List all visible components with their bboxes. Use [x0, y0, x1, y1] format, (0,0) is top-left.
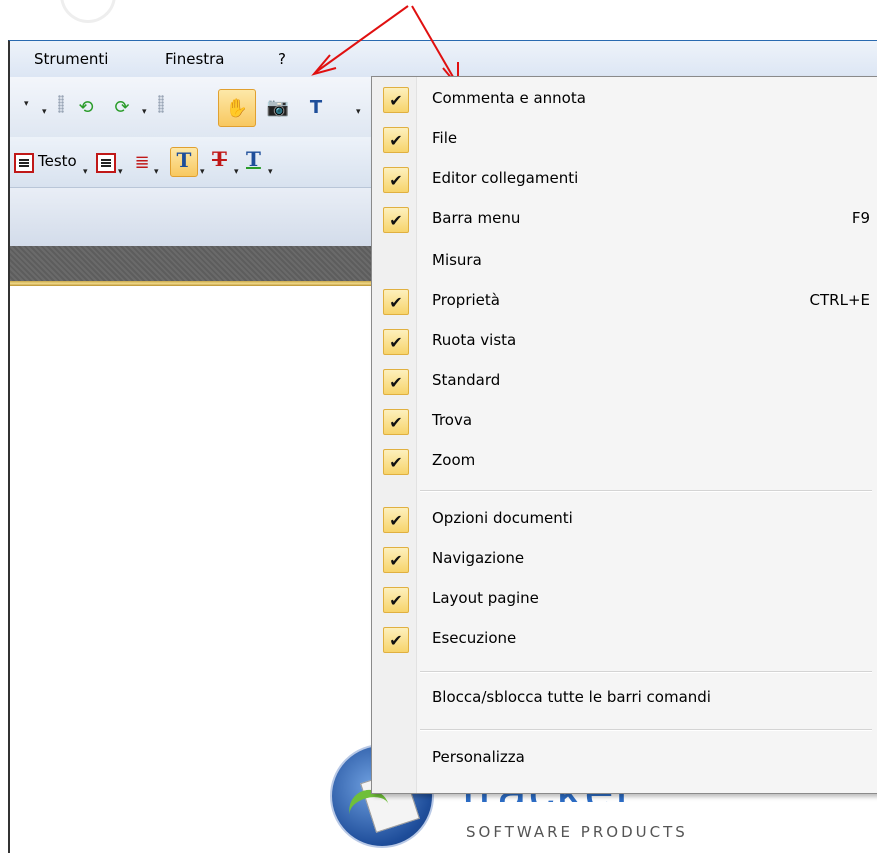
menu-item-standard[interactable]: ✔ Standard: [372, 363, 877, 399]
checkmark-icon: ✔: [383, 449, 409, 475]
checkmark-icon: ✔: [383, 547, 409, 573]
dropdown-arrow-icon[interactable]: ▾: [234, 167, 239, 177]
menu-strumenti[interactable]: Strumenti: [34, 50, 108, 68]
callout-icon[interactable]: ≣: [130, 149, 154, 175]
text-tool-label[interactable]: Testo: [38, 152, 77, 170]
strikeout-text-icon[interactable]: T: [212, 147, 227, 171]
checkmark-icon: ✔: [383, 87, 409, 113]
note-icon[interactable]: [96, 153, 116, 173]
menu-item-label: Zoom: [432, 451, 476, 469]
toolbar-grip[interactable]: [58, 95, 64, 113]
menu-item-label: Esecuzione: [432, 629, 517, 647]
dropdown-arrow-icon[interactable]: ▾: [200, 167, 205, 177]
rotate-left-icon[interactable]: ⟲: [70, 91, 102, 123]
checkmark-icon: ✔: [383, 369, 409, 395]
checkmark-icon: ✔: [383, 167, 409, 193]
checkmark-icon: ✔: [383, 587, 409, 613]
watermark-shape: [60, 0, 116, 23]
menu-item-commenta-e-annota[interactable]: ✔ Commenta e annota: [372, 81, 877, 117]
hand-tool-icon[interactable]: ✋: [218, 89, 256, 127]
menu-item-label: Commenta e annota: [432, 89, 586, 107]
dropdown-arrow-icon[interactable]: ▾: [154, 167, 159, 177]
menu-item-personalizza[interactable]: Personalizza: [372, 740, 877, 776]
menu-separator: [420, 490, 872, 492]
menu-item-barra-menu[interactable]: ✔ Barra menu F9: [372, 201, 877, 237]
menu-item-label: Ruota vista: [432, 331, 517, 349]
menu-item-layout-pagine[interactable]: ✔ Layout pagine: [372, 581, 877, 617]
menu-item-blocca-sblocca-tutte-le-barri-comandi[interactable]: Blocca/sblocca tutte le barri comandi: [372, 680, 877, 716]
checkmark-icon: ✔: [383, 329, 409, 355]
checkmark-icon: ✔: [383, 207, 409, 233]
menu-item-trova[interactable]: ✔ Trova: [372, 403, 877, 439]
menu-item-editor-collegamenti[interactable]: ✔ Editor collegamenti: [372, 161, 877, 197]
checkmark-icon: ✔: [383, 127, 409, 153]
highlight-text-icon[interactable]: T: [170, 147, 198, 177]
select-text-icon[interactable]: T: [300, 91, 332, 123]
menu-finestra[interactable]: Finestra: [165, 50, 225, 68]
menu-item-label: Barra menu: [432, 209, 521, 227]
menu-item-label: Layout pagine: [432, 589, 539, 607]
menu-item-file[interactable]: ✔ File: [372, 121, 877, 157]
menu-item-shortcut: F9: [851, 209, 870, 227]
menu-item-label: File: [432, 129, 458, 147]
menu-item-zoom[interactable]: ✔ Zoom: [372, 443, 877, 479]
menu-item-label: Misura: [432, 251, 482, 269]
menu-item-label: Personalizza: [432, 748, 525, 766]
menu-separator: [420, 729, 872, 731]
menu-item-navigazione[interactable]: ✔ Navigazione: [372, 541, 877, 577]
menu-item-label: Navigazione: [432, 549, 525, 567]
dropdown-arrow-icon[interactable]: ▾: [24, 99, 29, 109]
dropdown-arrow-icon[interactable]: ▾: [268, 167, 273, 177]
menu-item-label: Blocca/sblocca tutte le barri comandi: [432, 688, 711, 706]
snapshot-camera-icon[interactable]: 📷: [262, 91, 294, 123]
underline-text-icon[interactable]: T: [246, 147, 261, 171]
toolbar-grip[interactable]: [158, 95, 164, 113]
menu-help[interactable]: ?: [278, 50, 286, 68]
menu-item-ruota-vista[interactable]: ✔ Ruota vista: [372, 323, 877, 359]
menu-item-label: Standard: [432, 371, 501, 389]
menu-item-opzioni-documenti[interactable]: ✔ Opzioni documenti: [372, 501, 877, 537]
checkmark-icon: ✔: [383, 289, 409, 315]
dropdown-arrow-icon[interactable]: ▾: [83, 167, 88, 177]
menu-item-label: Editor collegamenti: [432, 169, 579, 187]
menu-item-esecuzione[interactable]: ✔ Esecuzione: [372, 621, 877, 657]
menu-item-shortcut: CTRL+E: [809, 291, 870, 309]
dropdown-arrow-icon[interactable]: ▾: [142, 107, 147, 117]
dropdown-arrow-icon[interactable]: ▾: [118, 167, 123, 177]
menu-item-propriet[interactable]: ✔ Proprietà CTRL+E: [372, 283, 877, 319]
rotate-right-icon[interactable]: ⟳: [106, 91, 138, 123]
dropdown-arrow-icon[interactable]: ▾: [356, 107, 361, 117]
checkmark-icon: ✔: [383, 627, 409, 653]
menu-separator: [420, 671, 872, 673]
checkmark-icon: ✔: [383, 507, 409, 533]
menu-item-label: Trova: [432, 411, 473, 429]
toolbar-overflow-icon[interactable]: ▾: [42, 107, 47, 117]
menu-item-label: Proprietà: [432, 291, 500, 309]
menu-bar: Strumenti Finestra ?: [10, 41, 877, 77]
toolbars-context-menu: ✔ Commenta e annota ✔ File ✔ Editor collegame…: [371, 76, 877, 794]
checkmark-icon: ✔: [383, 409, 409, 435]
text-box-icon[interactable]: [14, 153, 34, 173]
menu-item-misura[interactable]: Misura: [372, 243, 877, 279]
menu-item-label: Opzioni documenti: [432, 509, 573, 527]
tracker-logo-subtitle: SOFTWARE PRODUCTS: [466, 823, 688, 841]
